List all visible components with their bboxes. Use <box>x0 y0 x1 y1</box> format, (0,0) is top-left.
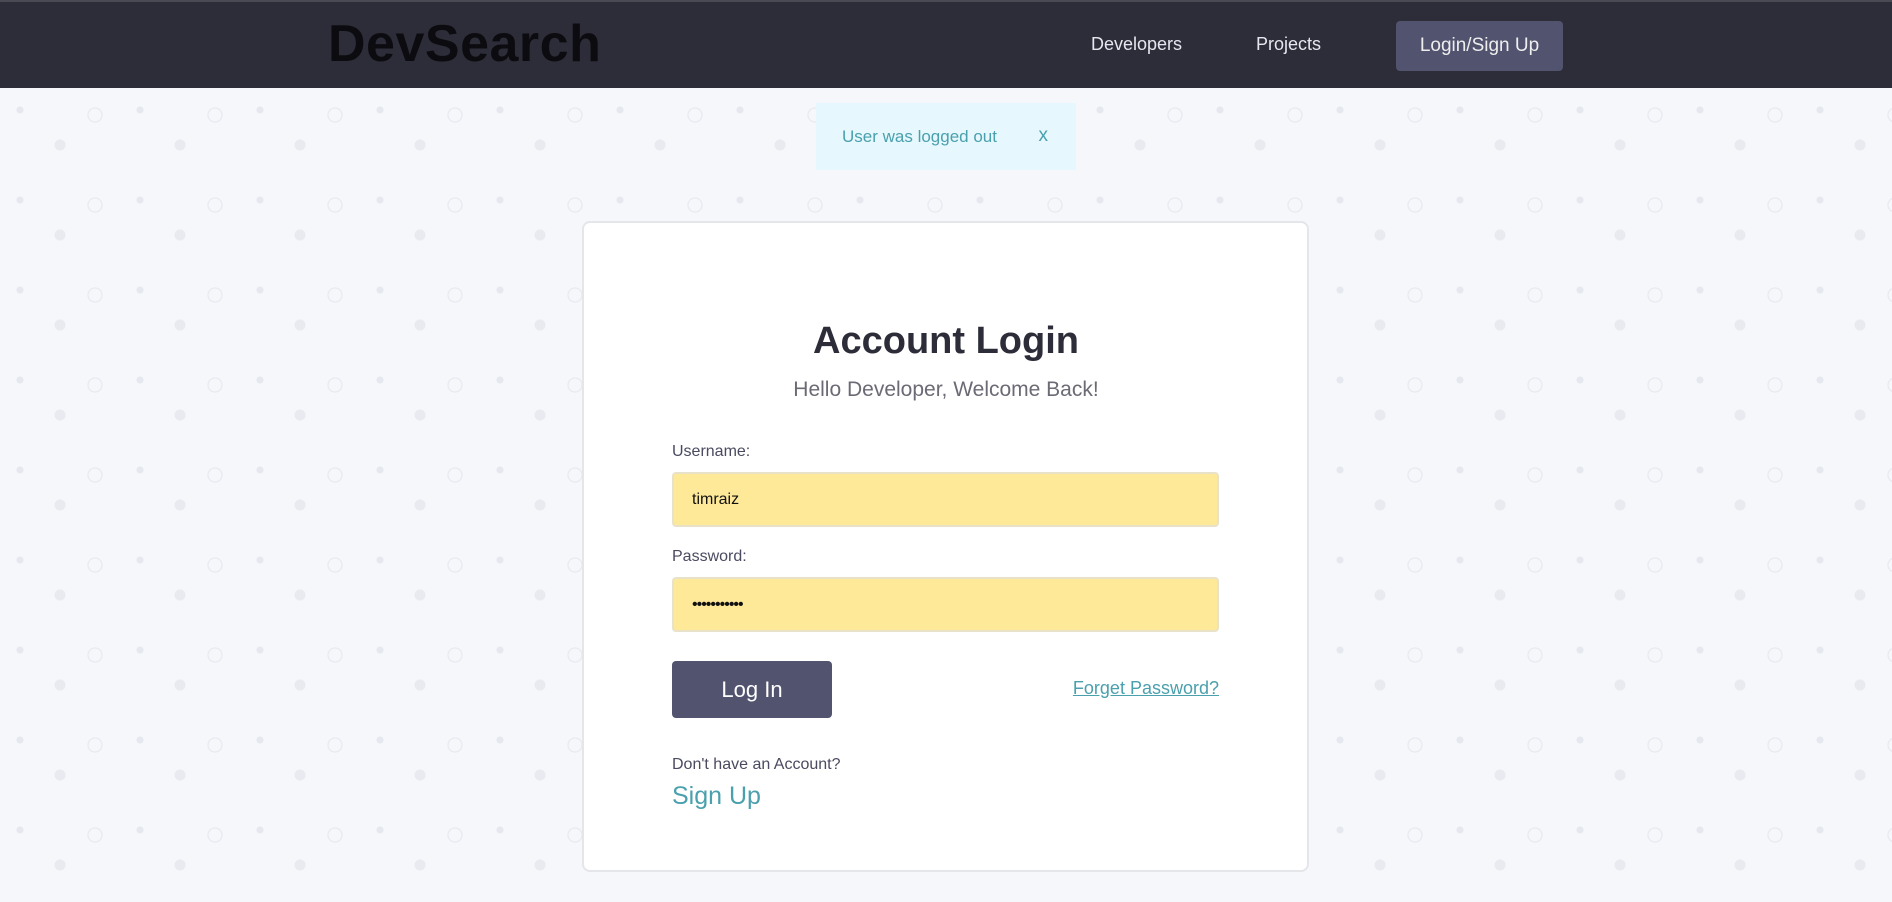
subtitle: Hello Developer, Welcome Back! <box>793 378 1099 401</box>
alert-message: User was logged out x <box>816 103 1076 170</box>
username-input[interactable] <box>672 472 1219 527</box>
alert-text: User was logged out <box>842 126 997 146</box>
password-label: Password: <box>672 548 747 565</box>
page-title: Account Login <box>813 320 1079 362</box>
login-signup-button[interactable]: Login/Sign Up <box>1396 21 1563 71</box>
close-icon[interactable]: x <box>1039 125 1049 147</box>
forget-password-link[interactable]: Forget Password? <box>1073 678 1219 699</box>
logo[interactable]: DevSearch <box>328 14 601 74</box>
nav-projects[interactable]: Projects <box>1256 34 1321 55</box>
username-label: Username: <box>672 443 751 460</box>
nav-developers[interactable]: Developers <box>1091 34 1182 55</box>
login-card <box>582 221 1309 872</box>
password-input[interactable] <box>672 577 1219 632</box>
login-button[interactable]: Log In <box>672 661 832 718</box>
no-account-text: Don't have an Account? <box>672 756 841 773</box>
signup-link[interactable]: Sign Up <box>672 782 761 811</box>
top-navbar: DevSearch Developers Projects Login/Sign… <box>0 0 1892 88</box>
